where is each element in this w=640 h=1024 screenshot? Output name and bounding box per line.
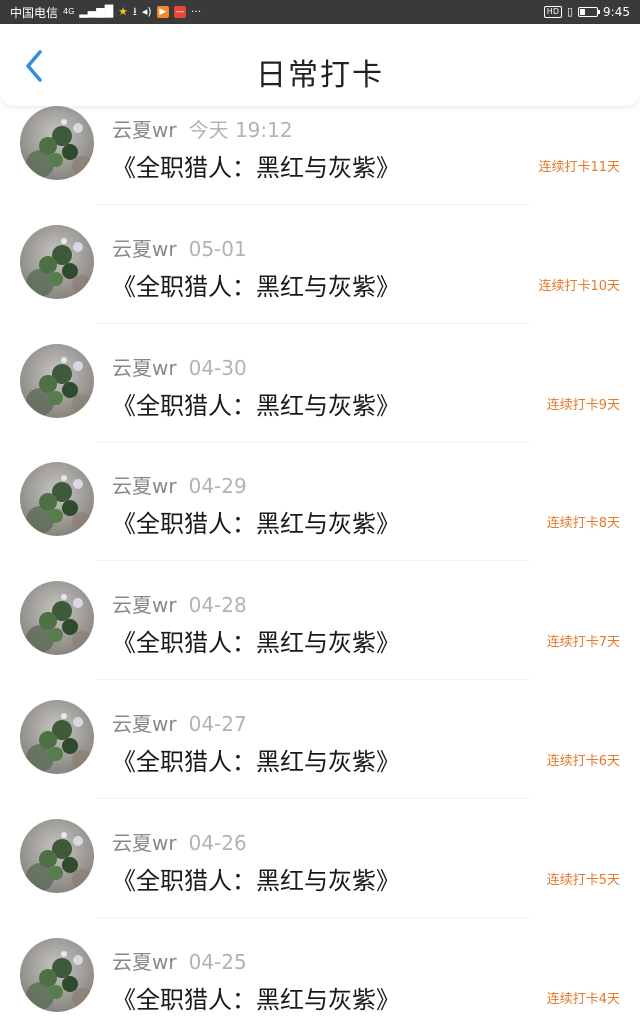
user-name[interactable]: 云夏wr xyxy=(112,712,177,736)
streak-label: 连续打卡10天 xyxy=(538,278,620,294)
list-item[interactable]: 云夏wr 04-27 《全职猎人：黑红与灰紫》 连续打卡6天 xyxy=(0,699,640,819)
avatar[interactable] xyxy=(20,581,94,656)
list-item[interactable]: 云夏wr 04-26 《全职猎人：黑红与灰紫》 连续打卡5天 xyxy=(0,818,640,938)
user-name[interactable]: 云夏wr xyxy=(112,831,177,855)
book-title[interactable]: 《全职猎人：黑红与灰紫》 xyxy=(112,386,400,421)
streak-label: 连续打卡5天 xyxy=(546,872,620,888)
list-item[interactable]: 云夏wr 05-01 《全职猎人：黑红与灰紫》 连续打卡10天 xyxy=(0,224,640,344)
clock: 9:45 xyxy=(603,5,630,19)
divider xyxy=(96,441,530,443)
streak-label: 连续打卡6天 xyxy=(546,753,620,769)
streak-label: 连续打卡4天 xyxy=(546,991,620,1007)
page-title: 日常打卡 xyxy=(256,58,384,93)
battery-icon xyxy=(578,7,601,17)
avatar[interactable] xyxy=(20,343,94,418)
streak-label: 连续打卡8天 xyxy=(546,516,620,532)
divider xyxy=(96,204,530,205)
status-bar: 中国电信 4G ▂▄▆█ ★ ⭳ ◂) ▶ — ··· HD ▯ 9:45 xyxy=(0,0,640,24)
star-icon: ★ xyxy=(118,5,129,18)
avatar[interactable] xyxy=(20,462,94,537)
carrier-label: 中国电信 xyxy=(10,5,59,20)
list-item[interactable]: 云夏wr 今天 19:12 《全职猎人：黑红与灰紫》 连续打卡11天 xyxy=(0,106,640,225)
entry-meta: 云夏wr 04-29 xyxy=(112,470,247,499)
entry-meta: 云夏wr 04-27 xyxy=(112,708,247,737)
avatar[interactable] xyxy=(20,937,94,1012)
entry-meta: 云夏wr 04-26 xyxy=(112,827,247,856)
book-title[interactable]: 《全职猎人：黑红与灰紫》 xyxy=(112,742,400,777)
book-title[interactable]: 《全职猎人：黑红与灰紫》 xyxy=(112,148,400,183)
user-name[interactable]: 云夏wr xyxy=(112,474,177,498)
vibrate-icon: ▯ xyxy=(566,5,574,18)
entry-meta: 云夏wr 今天 19:12 xyxy=(112,114,293,143)
streak-label: 连续打卡9天 xyxy=(546,397,620,413)
checkin-time: 04-30 xyxy=(188,355,247,380)
divider xyxy=(96,679,530,681)
checkin-time: 05-01 xyxy=(188,236,247,261)
header-bar: 日常打卡 xyxy=(0,24,640,106)
avatar[interactable] xyxy=(20,106,94,180)
divider xyxy=(96,560,530,562)
user-name[interactable]: 云夏wr xyxy=(112,593,177,617)
user-name[interactable]: 云夏wr xyxy=(112,356,177,380)
download-icon: ⭳ xyxy=(133,5,137,18)
divider xyxy=(96,916,530,918)
app-badge-icon-2: — xyxy=(173,6,186,18)
book-title[interactable]: 《全职猎人：黑红与灰紫》 xyxy=(112,623,400,658)
book-title[interactable]: 《全职猎人：黑红与灰紫》 xyxy=(112,504,400,539)
avatar[interactable] xyxy=(20,224,94,299)
checkin-time: 04-27 xyxy=(188,711,247,736)
entry-meta: 云夏wr 05-01 xyxy=(112,233,247,262)
checkin-time: 04-28 xyxy=(188,593,247,618)
more-icon: ··· xyxy=(190,5,202,18)
avatar[interactable] xyxy=(20,699,94,774)
divider xyxy=(96,322,530,324)
entry-meta: 云夏wr 04-25 xyxy=(112,946,247,975)
book-title[interactable]: 《全职猎人：黑红与灰紫》 xyxy=(112,267,400,302)
list-item[interactable]: 云夏wr 04-25 《全职猎人：黑红与灰紫》 连续打卡4天 xyxy=(0,937,640,1024)
list-item[interactable]: 云夏wr 04-29 《全职猎人：黑红与灰紫》 连续打卡8天 xyxy=(0,462,640,581)
app-badge-icon: ▶ xyxy=(156,6,169,18)
list-item[interactable]: 云夏wr 04-30 《全职猎人：黑红与灰紫》 连续打卡9天 xyxy=(0,343,640,463)
streak-label: 连续打卡11天 xyxy=(538,160,620,175)
checkin-list[interactable]: 云夏wr 今天 19:12 《全职猎人：黑红与灰紫》 连续打卡11天 云夏wr 05-01… xyxy=(0,106,640,1024)
divider xyxy=(96,797,530,799)
avatar[interactable] xyxy=(20,818,94,893)
streak-label: 连续打卡7天 xyxy=(546,635,620,651)
hd-icon: HD xyxy=(543,6,562,18)
checkin-time: 04-26 xyxy=(188,830,247,855)
checkin-time: 今天 19:12 xyxy=(188,118,293,142)
entry-meta: 云夏wr 04-28 xyxy=(112,589,247,618)
book-title[interactable]: 《全职猎人：黑红与灰紫》 xyxy=(112,861,400,896)
user-name[interactable]: 云夏wr xyxy=(112,118,177,142)
user-name[interactable]: 云夏wr xyxy=(112,237,177,261)
signal-icon: ▂▄▆█ xyxy=(79,5,114,18)
book-title[interactable]: 《全职猎人：黑红与灰紫》 xyxy=(112,980,400,1015)
user-name[interactable]: 云夏wr xyxy=(112,950,177,974)
checkin-time: 04-29 xyxy=(188,474,247,499)
list-item[interactable]: 云夏wr 04-28 《全职猎人：黑红与灰紫》 连续打卡7天 xyxy=(0,581,640,700)
network-type-label: 4G xyxy=(63,7,75,16)
entry-meta: 云夏wr 04-30 xyxy=(112,352,247,381)
sound-icon: ◂) xyxy=(141,5,152,18)
checkin-time: 04-25 xyxy=(188,949,247,974)
